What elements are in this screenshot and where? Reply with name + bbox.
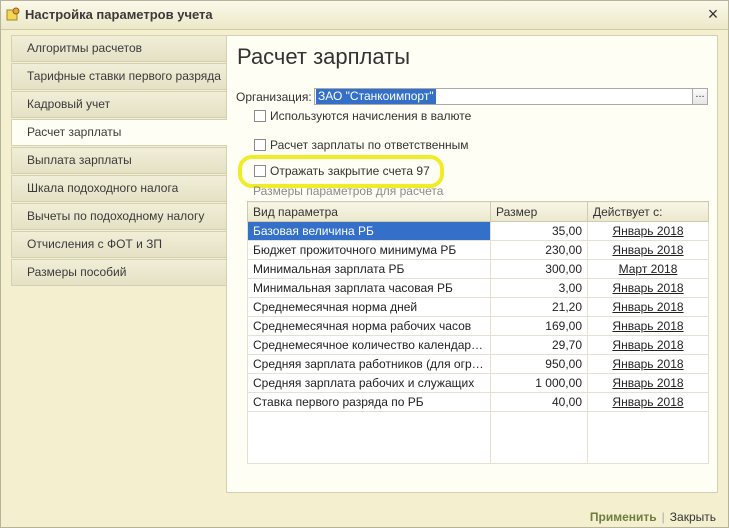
organization-label: Организация: — [236, 90, 312, 104]
table-empty-row — [247, 411, 709, 464]
parameter-name-cell[interactable]: Ставка первого разряда по РБ — [247, 392, 491, 412]
table-row[interactable]: Бюджет прожиточного минимума РБ 230,00 Я… — [247, 240, 709, 260]
empty-cell — [247, 411, 491, 464]
empty-cell — [490, 411, 588, 464]
parameter-value-cell[interactable]: 21,20 — [490, 297, 588, 317]
nav-item-payroll[interactable]: Расчет зарплаты — [11, 119, 227, 146]
parameter-name-cell[interactable]: Средняя зарплата работников (для огранич… — [247, 354, 491, 374]
effective-date-link[interactable]: Январь 2018 — [587, 392, 709, 412]
parameter-name-cell[interactable]: Среднемесячное количество календарных д.… — [247, 335, 491, 355]
parameters-group-title: Размеры параметров для расчета — [253, 184, 444, 198]
parameter-value-cell[interactable]: 169,00 — [490, 316, 588, 336]
footer-buttons: Применить | Закрыть — [590, 510, 716, 524]
payroll-by-responsible-label: Расчет зарплаты по ответственным — [270, 138, 469, 152]
settings-nav: Алгоритмы расчетов Тарифные ставки перво… — [11, 35, 227, 287]
table-row[interactable]: Средняя зарплата рабочих и служащих 1 00… — [247, 373, 709, 393]
parameter-name-cell[interactable]: Минимальная зарплата РБ — [247, 259, 491, 279]
parameter-name-cell[interactable]: Бюджет прожиточного минимума РБ — [247, 240, 491, 260]
organization-field[interactable]: ЗАО "Станкоимпорт" — [314, 88, 694, 105]
apply-button[interactable]: Применить — [590, 510, 657, 524]
nav-item-payroll-contributions[interactable]: Отчисления с ФОТ и ЗП — [11, 231, 226, 258]
payroll-by-responsible-checkbox[interactable] — [254, 139, 266, 151]
settings-window: Настройка параметров учета × Алгоритмы р… — [0, 0, 729, 528]
app-icon — [6, 7, 20, 21]
parameter-name-cell[interactable]: Средняя зарплата рабочих и служащих — [247, 373, 491, 393]
nav-item-algorithms[interactable]: Алгоритмы расчетов — [11, 35, 226, 62]
parameter-name-cell[interactable]: Базовая величина РБ — [247, 221, 491, 241]
effective-date-link[interactable]: Январь 2018 — [587, 240, 709, 260]
page-title: Расчет зарплаты — [237, 44, 411, 69]
parameter-name-cell[interactable]: Среднемесячная норма дней — [247, 297, 491, 317]
content-panel: Расчет зарплаты Организация: ЗАО "Станко… — [226, 35, 718, 493]
table-row[interactable]: Базовая величина РБ 35,00 Январь 2018 — [247, 221, 709, 241]
table-row[interactable]: Средняя зарплата работников (для огранич… — [247, 354, 709, 374]
nav-item-payout[interactable]: Выплата зарплаты — [11, 147, 226, 174]
effective-date-link[interactable]: Январь 2018 — [587, 297, 709, 317]
effective-date-link[interactable]: Январь 2018 — [587, 221, 709, 241]
parameter-value-cell[interactable]: 950,00 — [490, 354, 588, 374]
effective-date-link[interactable]: Март 2018 — [587, 259, 709, 279]
currency-accruals-checkbox[interactable] — [254, 110, 266, 122]
nav-item-benefits[interactable]: Размеры пособий — [11, 259, 226, 286]
currency-accruals-option[interactable]: Используются начисления в валюте — [254, 108, 471, 124]
table-row[interactable]: Среднемесячное количество календарных д.… — [247, 335, 709, 355]
currency-accruals-label: Используются начисления в валюте — [270, 109, 472, 123]
organization-value: ЗАО "Станкоимпорт" — [316, 89, 436, 104]
nav-item-tax-scale[interactable]: Шкала подоходного налога — [11, 175, 226, 202]
close-icon[interactable]: × — [704, 4, 722, 24]
column-header-size[interactable]: Размер — [490, 201, 588, 222]
column-header-parameter[interactable]: Вид параметра — [247, 201, 491, 222]
title-bar: Настройка параметров учета × — [1, 1, 728, 30]
nav-item-hr[interactable]: Кадровый учет — [11, 91, 226, 118]
table-row[interactable]: Минимальная зарплата часовая РБ 3,00 Янв… — [247, 278, 709, 298]
parameter-value-cell[interactable]: 35,00 — [490, 221, 588, 241]
organization-select-button[interactable]: ... — [692, 88, 708, 105]
column-header-effective-from[interactable]: Действует с: — [587, 201, 709, 222]
button-separator: | — [661, 510, 665, 524]
parameter-value-cell[interactable]: 29,70 — [490, 335, 588, 355]
effective-date-link[interactable]: Январь 2018 — [587, 316, 709, 336]
empty-cell — [587, 411, 709, 464]
close-button[interactable]: Закрыть — [670, 510, 716, 524]
effective-date-link[interactable]: Январь 2018 — [587, 335, 709, 355]
table-header: Вид параметра Размер Действует с: — [247, 201, 709, 222]
parameter-name-cell[interactable]: Минимальная зарплата часовая РБ — [247, 278, 491, 298]
effective-date-link[interactable]: Январь 2018 — [587, 278, 709, 298]
payroll-by-responsible-option[interactable]: Расчет зарплаты по ответственным — [254, 137, 469, 153]
parameter-value-cell[interactable]: 300,00 — [490, 259, 588, 279]
parameter-value-cell[interactable]: 230,00 — [490, 240, 588, 260]
parameter-name-cell[interactable]: Среднемесячная норма рабочих часов — [247, 316, 491, 336]
parameter-value-cell[interactable]: 1 000,00 — [490, 373, 588, 393]
window-title: Настройка параметров учета — [25, 7, 213, 22]
effective-date-link[interactable]: Январь 2018 — [587, 354, 709, 374]
parameters-table: Вид параметра Размер Действует с: Базова… — [247, 201, 709, 464]
table-row[interactable]: Среднемесячная норма рабочих часов 169,0… — [247, 316, 709, 336]
effective-date-link[interactable]: Январь 2018 — [587, 373, 709, 393]
parameter-value-cell[interactable]: 3,00 — [490, 278, 588, 298]
table-row[interactable]: Ставка первого разряда по РБ 40,00 Январ… — [247, 392, 709, 412]
table-row[interactable]: Минимальная зарплата РБ 300,00 Март 2018 — [247, 259, 709, 279]
table-row[interactable]: Среднемесячная норма дней 21,20 Январь 2… — [247, 297, 709, 317]
parameter-value-cell[interactable]: 40,00 — [490, 392, 588, 412]
nav-item-tax-deductions[interactable]: Вычеты по подоходному налогу — [11, 203, 226, 230]
nav-item-tariff-rates[interactable]: Тарифные ставки первого разряда — [11, 63, 226, 90]
